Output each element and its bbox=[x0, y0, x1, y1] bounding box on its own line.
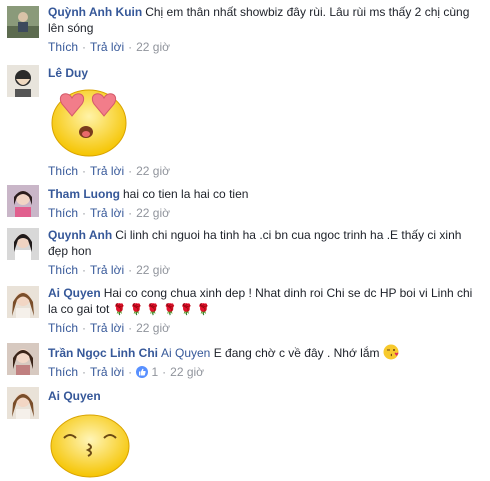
comment-author[interactable]: Quynh Anh bbox=[48, 228, 112, 242]
separator: · bbox=[128, 40, 133, 54]
reply-link[interactable]: Trả lời bbox=[90, 321, 124, 335]
like-link[interactable]: Thích bbox=[48, 263, 78, 277]
comment-actions: Thích · Trả lời · 22 giờ bbox=[48, 39, 480, 55]
reply-link[interactable]: Trả lời bbox=[90, 164, 124, 178]
timestamp[interactable]: 22 giờ bbox=[136, 164, 170, 178]
separator: · bbox=[82, 365, 87, 379]
mention-link[interactable]: Ai Quyen bbox=[161, 346, 210, 360]
reply-link[interactable]: Trả lời bbox=[90, 40, 124, 54]
comment: Lê Duy Thích · Trả lời · 22 giờ bbox=[0, 60, 490, 180]
comment: Tham Luong hai co tien la hai co tien Thí… bbox=[0, 180, 490, 223]
separator: · bbox=[82, 206, 87, 220]
avatar[interactable] bbox=[7, 286, 39, 318]
comment-author[interactable]: Ai Quyen bbox=[48, 389, 101, 403]
timestamp[interactable]: 22 giờ bbox=[136, 263, 170, 277]
reaction-count[interactable]: 1 bbox=[151, 365, 158, 379]
avatar[interactable] bbox=[7, 228, 39, 260]
separator: · bbox=[82, 164, 87, 178]
comment-author[interactable]: Tham Luong bbox=[48, 187, 120, 201]
separator: · bbox=[82, 40, 87, 54]
comment-actions: Thích · Trả lời · 1 · 22 giờ bbox=[48, 364, 480, 380]
reply-link[interactable]: Trả lời bbox=[90, 263, 124, 277]
comment-actions: Thích · Trả lời · 22 giờ bbox=[48, 320, 480, 336]
comment-author[interactable]: Quỳnh Anh Kuin bbox=[48, 5, 142, 19]
kiss-emoji bbox=[383, 344, 399, 360]
reply-link[interactable]: Trả lời bbox=[90, 365, 124, 379]
separator: · bbox=[128, 321, 133, 335]
comment-author[interactable]: Trần Ngọc Linh Chi bbox=[48, 346, 158, 360]
comment-text: E đang chờ c về đây . Nhớ lắm bbox=[213, 346, 380, 360]
like-link[interactable]: Thích bbox=[48, 321, 78, 335]
separator: · bbox=[82, 321, 87, 335]
like-link[interactable]: Thích bbox=[48, 365, 78, 379]
comment: Ai Quyen bbox=[0, 382, 490, 480]
avatar[interactable] bbox=[7, 65, 39, 97]
separator: · bbox=[128, 206, 133, 220]
timestamp[interactable]: 22 giờ bbox=[136, 321, 170, 335]
rose-emoji: 🌹 🌹 🌹 🌹 🌹 🌹 bbox=[112, 304, 211, 316]
separator: · bbox=[162, 365, 167, 379]
separator: · bbox=[128, 263, 133, 277]
like-icon[interactable] bbox=[136, 366, 149, 378]
like-link[interactable]: Thích bbox=[48, 40, 78, 54]
timestamp[interactable]: 22 giờ bbox=[136, 206, 170, 220]
like-link[interactable]: Thích bbox=[48, 206, 78, 220]
comment-text: hai co tien la hai co tien bbox=[123, 187, 249, 201]
comment-author[interactable]: Lê Duy bbox=[48, 66, 88, 80]
avatar[interactable] bbox=[7, 6, 39, 38]
comment-actions: Thích · Trả lời · 22 giờ bbox=[48, 205, 480, 221]
avatar[interactable] bbox=[7, 343, 39, 375]
heart-eyes-emoji bbox=[48, 86, 130, 161]
comment: Quynh Anh Ci linh chi nguoi ha tinh ha .c… bbox=[0, 223, 490, 281]
like-link[interactable]: Thích bbox=[48, 164, 78, 178]
comment: Trần Ngọc Linh Chi Ai Quyen E đang chờ c … bbox=[0, 338, 490, 382]
comment-actions: Thích · Trả lời · 22 giờ bbox=[48, 262, 480, 278]
timestamp[interactable]: 22 giờ bbox=[136, 40, 170, 54]
comment-actions: Thích · Trả lời · 22 giờ bbox=[48, 163, 480, 179]
comment-text: Hai co cong chua xinh dep ! Nhat dinh ro… bbox=[48, 286, 473, 316]
kiss-face-emoji bbox=[48, 410, 132, 481]
separator: · bbox=[82, 263, 87, 277]
avatar[interactable] bbox=[7, 185, 39, 217]
comment-author[interactable]: Ai Quyen bbox=[48, 286, 101, 300]
comment: Quỳnh Anh Kuin Chị em thân nhất showbiz đ… bbox=[0, 0, 490, 60]
separator: · bbox=[128, 164, 133, 178]
reply-link[interactable]: Trả lời bbox=[90, 206, 124, 220]
separator: · bbox=[128, 365, 133, 379]
comment: Ai Quyen Hai co cong chua xinh dep ! Nhat… bbox=[0, 281, 490, 338]
avatar[interactable] bbox=[7, 387, 39, 419]
timestamp[interactable]: 22 giờ bbox=[170, 365, 204, 379]
